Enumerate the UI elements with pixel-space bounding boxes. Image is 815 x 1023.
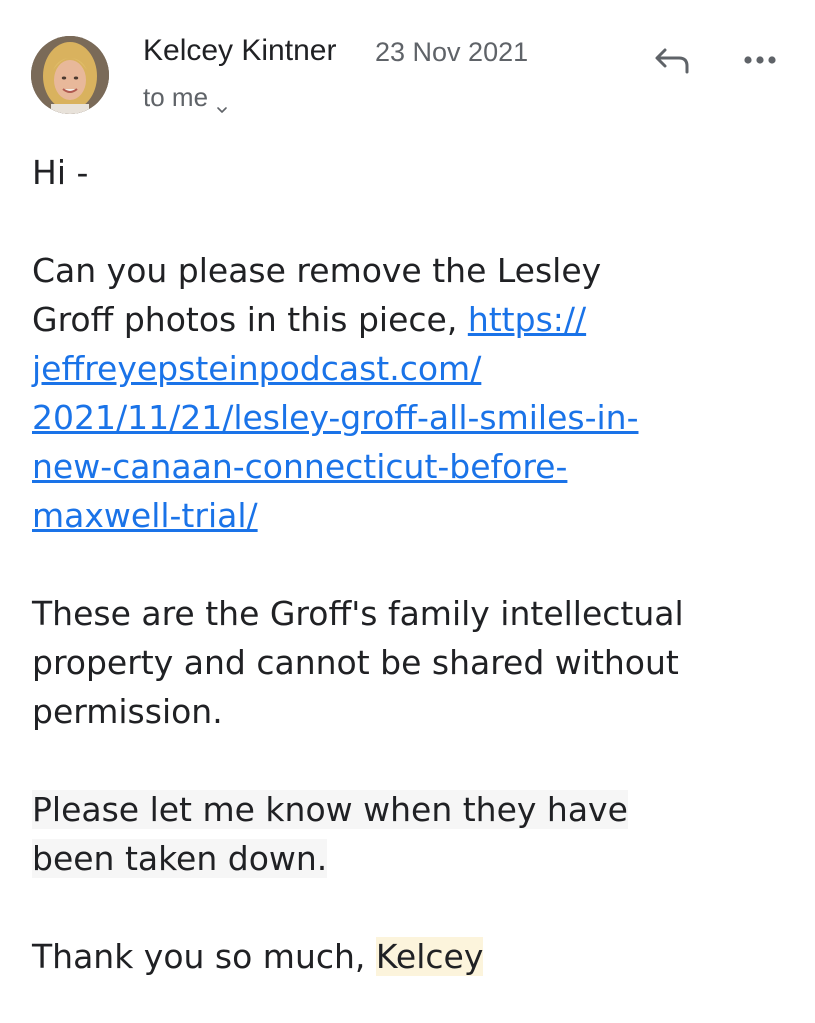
article-link-part-4: new-canaan-connecticut-before- [32, 447, 568, 486]
followup-paragraph: Please let me know when they have been t… [32, 785, 792, 883]
sender-avatar[interactable] [31, 36, 109, 114]
email-header: Kelcey Kintner 23 Nov 2021 to me [0, 0, 815, 130]
closing-paragraph: Thank you so much, Kelcey [32, 932, 792, 981]
avatar-photo-icon [31, 36, 109, 114]
ip-line-1: These are the Groff's family intellectua… [32, 594, 684, 633]
ip-line-2: property and cannot be shared without [32, 643, 679, 682]
ip-paragraph: These are the Groff's family intellectua… [32, 589, 792, 736]
article-link-part-2: jeffreyepsteinpodcast.com/ [32, 349, 482, 388]
recipient-label: to me [143, 82, 209, 112]
sender-name: Kelcey Kintner [143, 34, 337, 67]
email-date: 23 Nov 2021 [375, 37, 529, 67]
article-link-part-3: 2021/11/21/lesley-groff-all-smiles-in- [32, 398, 639, 437]
closing-text: Thank you so much, [32, 937, 376, 976]
more-horizontal-icon [744, 56, 776, 64]
email-body: Hi - Can you please remove the Lesley Gr… [32, 148, 792, 981]
recipient-toggle[interactable]: to me [143, 82, 228, 113]
reply-icon [655, 48, 689, 74]
signature: Kelcey [375, 937, 484, 976]
article-link-part-1: https:// [467, 300, 587, 339]
followup-line-2: been taken down. [32, 839, 328, 878]
followup-line-1: Please let me know when they have [32, 790, 628, 829]
more-options-button[interactable] [740, 48, 780, 72]
ip-line-3: permission. [32, 692, 223, 731]
article-link-part-5: maxwell-trial/ [32, 496, 258, 535]
request-paragraph: Can you please remove the Lesley Groff p… [32, 246, 792, 540]
reply-button[interactable] [650, 42, 696, 78]
chevron-down-icon [216, 92, 228, 113]
request-line-1: Can you please remove the Lesley [32, 251, 602, 290]
greeting: Hi - [32, 153, 89, 192]
request-line-2: Groff photos in this piece, [32, 300, 468, 339]
